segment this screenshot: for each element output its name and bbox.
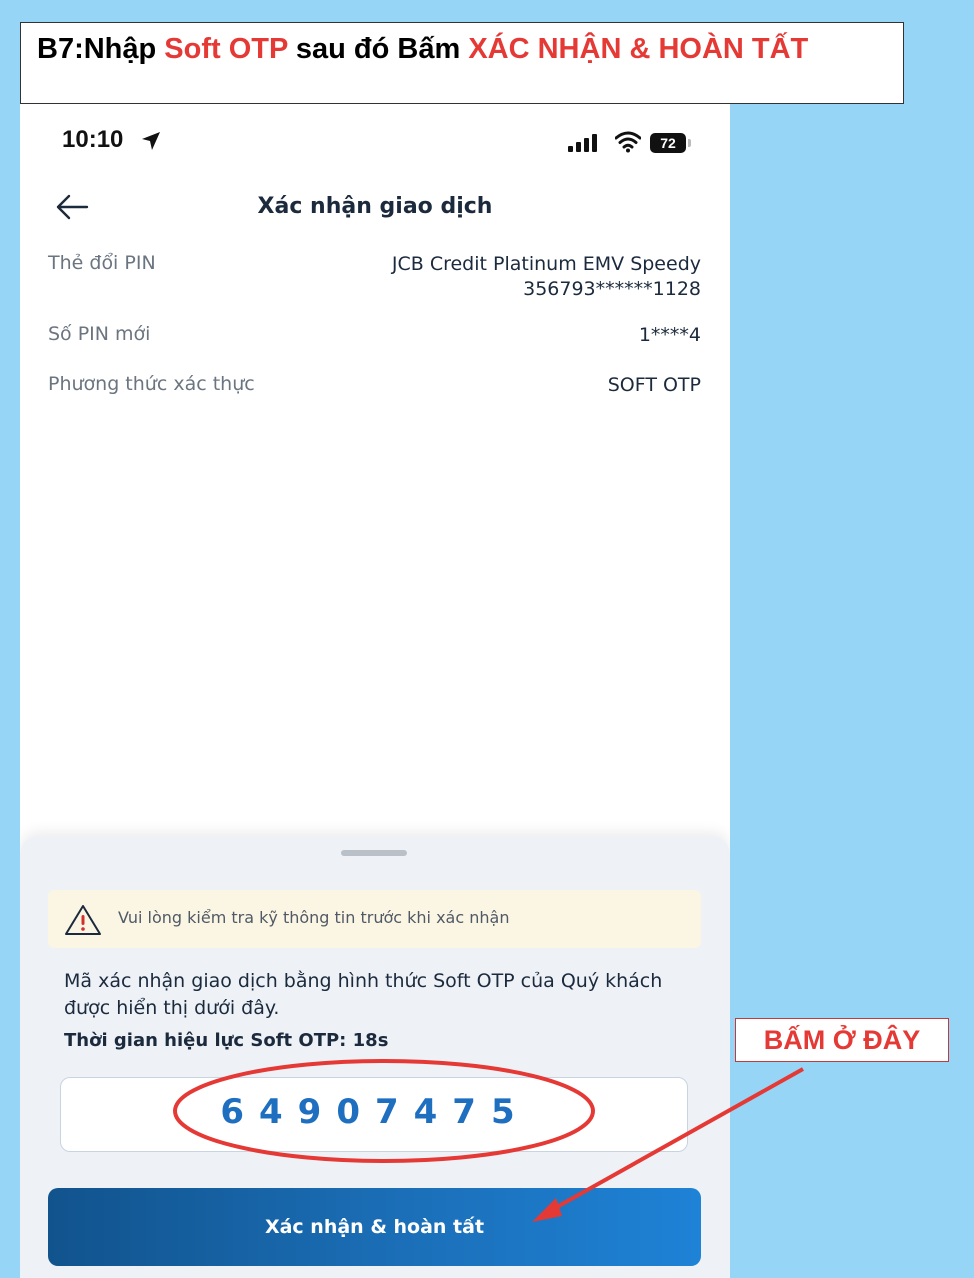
- warning-banner: Vui lòng kiểm tra kỹ thông tin trước khi…: [48, 890, 701, 948]
- otp-bottom-sheet: Vui lòng kiểm tra kỹ thông tin trước khi…: [20, 836, 730, 1278]
- instruction-highlight-confirm: XÁC NHẬN & HOÀN TẤT: [468, 33, 809, 65]
- instruction-banner: B7:Nhập Soft OTP sau đó Bấm XÁC NHẬN & H…: [20, 22, 904, 104]
- confirm-complete-button[interactable]: Xác nhận & hoàn tất: [48, 1188, 701, 1266]
- otp-validity: Thời gian hiệu lực Soft OTP: 18s: [64, 1030, 388, 1051]
- card-number: 356793******1128: [523, 278, 701, 300]
- warning-text: Vui lòng kiểm tra kỹ thông tin trước khi…: [118, 908, 510, 927]
- otp-validity-label: Thời gian hiệu lực Soft OTP:: [64, 1030, 347, 1051]
- page-title: Xác nhận giao dịch: [257, 194, 493, 219]
- otp-description: Mã xác nhận giao dịch bằng hình thức Sof…: [64, 970, 663, 1019]
- warning-triangle-icon: [64, 904, 102, 940]
- signal-icon: [568, 134, 598, 156]
- click-here-callout: BẤM Ở ĐÂY: [735, 1018, 949, 1062]
- detail-value: JCB Credit Platinum EMV Speedy 356793***…: [392, 252, 701, 302]
- status-time: 10:10: [62, 126, 124, 153]
- instruction-highlight-soft-otp: Soft OTP: [164, 33, 288, 65]
- detail-value: SOFT OTP: [607, 374, 701, 396]
- otp-code-box[interactable]: 64907475: [60, 1077, 688, 1152]
- sheet-drag-handle[interactable]: [341, 850, 407, 856]
- nav-bar: Xác nhận giao dịch: [20, 180, 730, 236]
- detail-value: 1****4: [638, 324, 701, 346]
- status-bar: 10:10 72: [20, 104, 730, 180]
- instruction-middle: sau đó Bấm: [287, 33, 469, 65]
- detail-label: Phương thức xác thực: [48, 373, 255, 395]
- wifi-icon: [614, 131, 642, 157]
- location-arrow-icon: [140, 130, 162, 156]
- otp-code: 64907475: [220, 1092, 530, 1132]
- detail-label: Thẻ đổi PIN: [48, 252, 156, 274]
- instruction-prefix: B7:Nhập: [37, 33, 165, 65]
- battery-icon: 72: [650, 133, 691, 153]
- card-name: JCB Credit Platinum EMV Speedy: [391, 253, 701, 275]
- detail-label: Số PIN mới: [48, 323, 151, 345]
- otp-validity-value: 18s: [352, 1030, 389, 1051]
- phone-screen: 10:10 72 Xác nhận giao dịch Thẻ đổi PIN …: [20, 104, 730, 1278]
